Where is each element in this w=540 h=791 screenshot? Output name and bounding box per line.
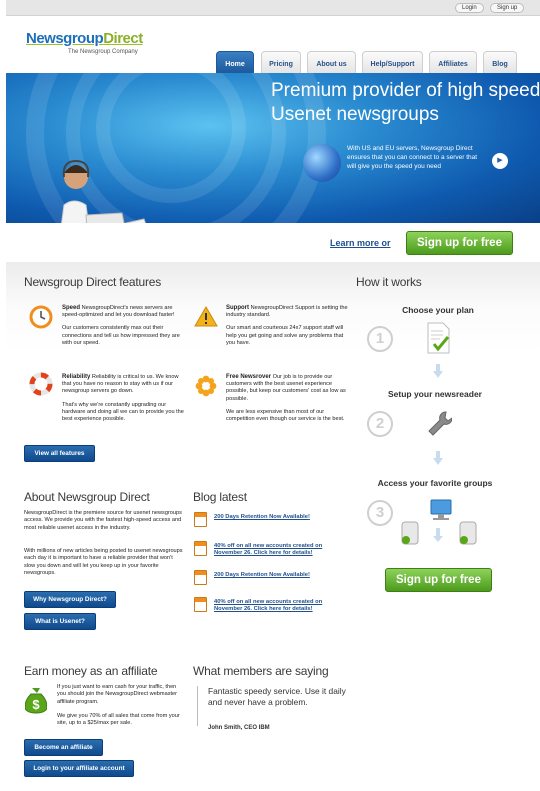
view-all-features-button[interactable]: View all features — [24, 445, 95, 462]
learn-more-link[interactable]: Learn more or — [330, 238, 391, 248]
document-check-icon — [427, 322, 450, 354]
what-is-usenet-button[interactable]: What is Usenet? — [24, 613, 96, 630]
svg-text:$: $ — [32, 697, 40, 712]
feature-text-2: Our smart and courteous 24x7 support sta… — [226, 325, 344, 346]
blog-item[interactable]: 40% off on all new accounts created on N… — [194, 597, 344, 617]
step-number: 1 — [367, 326, 393, 352]
hero-title: Premium provider of high speed Usenet ne… — [271, 80, 540, 125]
step-number: 2 — [367, 411, 393, 437]
feature-reliability: Reliability Reliability is critical to u… — [62, 374, 186, 423]
tab-affiliates[interactable]: Affiliates — [429, 51, 477, 73]
calendar-icon — [194, 597, 207, 612]
feature-text-2: We are less expensive than most of our c… — [226, 408, 345, 423]
how-heading: How it works — [356, 275, 422, 289]
tab-blog[interactable]: Blog — [483, 51, 517, 73]
blog-heading: Blog latest — [193, 490, 247, 504]
testimonials-heading: What members are saying — [193, 664, 329, 678]
servers-network-icon — [401, 499, 477, 545]
hero-text: With US and EU servers, Newsgroup Direct… — [347, 145, 478, 170]
affiliate-heading: Earn money as an affiliate — [24, 664, 158, 678]
blog-item[interactable]: 40% off on all new accounts created on N… — [194, 541, 344, 561]
feature-title: Speed — [62, 305, 81, 311]
about-text: NewsgroupDirect is the premiere source f… — [24, 510, 182, 531]
step-label: Choose your plan — [402, 305, 474, 315]
money-bag-icon: $ — [25, 688, 47, 714]
blog-item[interactable]: 200 Days Retention Now Available! — [194, 512, 344, 532]
signup-top-button[interactable]: Sign up — [490, 3, 525, 13]
about-heading: About Newsgroup Direct — [24, 490, 150, 504]
warning-icon — [194, 306, 218, 327]
tab-pricing[interactable]: Pricing — [261, 51, 301, 73]
calendar-icon — [194, 541, 207, 556]
blog-link[interactable]: 40% off on all new accounts created on N… — [214, 543, 339, 557]
wrench-icon — [428, 411, 452, 436]
testimonial-quote: Fantastic speedy service. Use it daily a… — [197, 686, 347, 726]
lifebuoy-icon — [29, 372, 53, 396]
feature-support: Support NewsgroupDirect Support is setti… — [226, 305, 350, 347]
step-number: 3 — [367, 500, 393, 526]
signup-free-button-2[interactable]: Sign up for free — [385, 568, 492, 592]
become-affiliate-button[interactable]: Become an affiliate — [24, 739, 103, 756]
affiliate-text: If you just want to earn cash for your t… — [57, 684, 178, 705]
feature-title: Free Newsrover — [226, 374, 272, 380]
blog-item[interactable]: 200 Days Retention Now Available! — [194, 570, 344, 590]
arrow-down-icon — [433, 451, 443, 465]
tab-home[interactable]: Home — [216, 51, 254, 73]
blog-link[interactable]: 200 Days Retention Now Available! — [214, 514, 310, 521]
top-bar: Login Sign up — [6, 0, 540, 16]
step-label: Access your favorite groups — [377, 478, 493, 488]
feature-speed: Speed NewsgroupDirect's news servers are… — [62, 305, 186, 347]
feature-title: Support — [226, 305, 249, 311]
feature-text-2: That's why we're constantly upgrading ou… — [62, 401, 184, 423]
arrow-down-icon — [433, 364, 443, 378]
tab-help-support[interactable]: Help/Support — [362, 51, 423, 73]
logo-name: NewsgroupDirect — [26, 30, 143, 47]
flower-icon — [195, 375, 217, 397]
step-label: Setup your newsreader — [387, 389, 482, 399]
globe-icon — [303, 144, 341, 182]
affiliate-text-2: We give you 70% of all sales that come f… — [57, 713, 180, 727]
logo-tagline: The Newsgroup Company — [68, 49, 138, 55]
tab-about-us[interactable]: About us — [307, 51, 356, 73]
calendar-icon — [194, 570, 207, 585]
play-icon[interactable]: ▶ — [492, 153, 508, 169]
feature-newsrover: Free Newsrover Our job is to provide our… — [226, 374, 350, 423]
calendar-icon — [194, 512, 207, 527]
blog-link[interactable]: 200 Days Retention Now Available! — [214, 572, 310, 579]
about-text-2: With millions of new articles being post… — [24, 548, 183, 576]
why-newsgroup-direct-button[interactable]: Why Newsgroup Direct? — [24, 591, 116, 608]
features-heading: Newsgroup Direct features — [24, 275, 162, 289]
clock-icon — [29, 305, 53, 329]
login-button[interactable]: Login — [455, 3, 484, 13]
feature-title: Reliability — [62, 374, 91, 380]
logo[interactable]: NewsgroupDirect The Newsgroup Company — [26, 30, 156, 60]
signup-free-button[interactable]: Sign up for free — [406, 231, 513, 255]
affiliate-login-button[interactable]: Login to your affiliate account — [24, 760, 134, 777]
page: Login Sign up NewsgroupDirect The Newsgr… — [0, 0, 540, 791]
blog-link[interactable]: 40% off on all new accounts created on N… — [214, 599, 339, 613]
quote-author: John Smith, CEO IBM — [208, 725, 270, 731]
feature-text-2: Our customers consistently max out their… — [62, 325, 180, 346]
quote-text: Fantastic speedy service. Use it daily a… — [208, 686, 346, 707]
